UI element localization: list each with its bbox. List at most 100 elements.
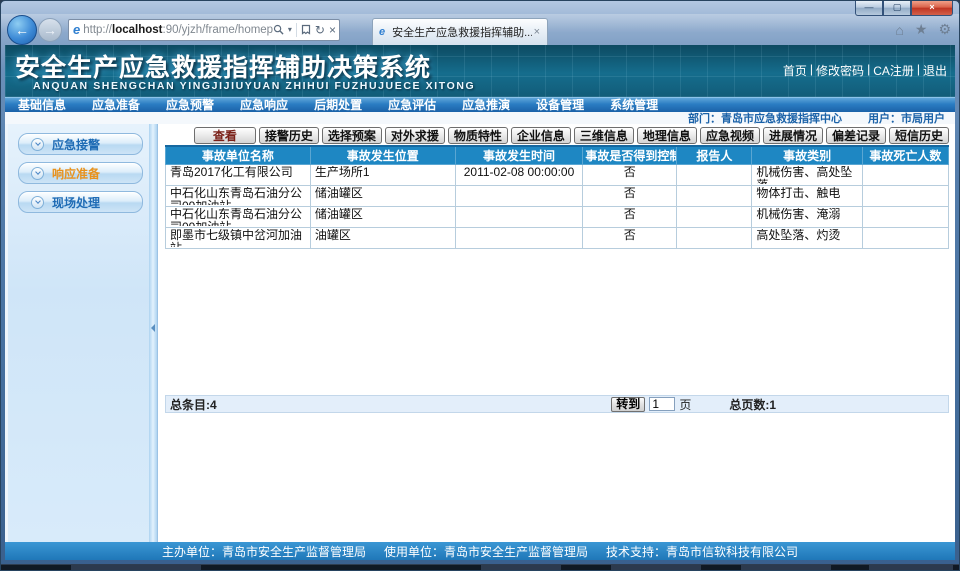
link-logout[interactable]: 退出 <box>923 62 947 79</box>
nav-item-emergency-evaluation[interactable]: 应急评估 <box>375 98 449 113</box>
app-header: 安全生产应急救援指挥辅助决策系统 ANQUAN SHENGCHAN YINGJI… <box>5 45 955 97</box>
compatibility-view-icon[interactable] <box>301 24 311 35</box>
external-help-button[interactable]: 对外求援 <box>385 127 445 144</box>
goto-page-button[interactable]: 转到 <box>611 397 645 412</box>
table-cell[interactable]: 青岛2017化工有限公司 <box>166 165 311 186</box>
footer-host-unit: 主办单位：青岛市安全生产监督管理局 <box>162 543 366 560</box>
table-cell[interactable]: 即墨市七级镇中岔河加油站 <box>166 228 311 249</box>
alarm-history-button[interactable]: 接警历史 <box>259 127 319 144</box>
table-cell[interactable]: 2011-02-08 00:00:00 <box>455 165 583 186</box>
material-properties-button[interactable]: 物质特性 <box>448 127 508 144</box>
sidebar-item-site-handling[interactable]: 现场处理 <box>18 191 143 213</box>
emergency-video-button[interactable]: 应急视频 <box>700 127 760 144</box>
nav-item-equipment-management[interactable]: 设备管理 <box>523 98 597 113</box>
chevron-down-icon <box>31 167 44 180</box>
table-row[interactable]: 中石化山东青岛石油分公司09加油站 储油罐区 否 物体打击、触电 <box>166 186 949 207</box>
table-cell[interactable]: 否 <box>583 186 677 207</box>
url-text[interactable]: http://localhost:90/yjzh/frame/homepage.… <box>83 24 273 36</box>
table-cell[interactable] <box>677 186 752 207</box>
link-home[interactable]: 首页 <box>783 62 807 79</box>
enterprise-info-button[interactable]: 企业信息 <box>511 127 571 144</box>
cell-text: 物体打击、触电 <box>756 187 857 202</box>
table-cell[interactable] <box>862 165 948 186</box>
maximize-button[interactable]: ▢ <box>883 1 911 16</box>
3d-info-button[interactable]: 三维信息 <box>574 127 634 144</box>
table-cell[interactable] <box>862 186 948 207</box>
table-cell[interactable] <box>455 207 583 228</box>
table-cell[interactable]: 油罐区 <box>310 228 455 249</box>
cell-text: 机械伤害、高处坠落 <box>756 166 857 184</box>
select-plan-button[interactable]: 选择预案 <box>322 127 382 144</box>
progress-button[interactable]: 进展情况 <box>763 127 823 144</box>
table-cell[interactable]: 储油罐区 <box>310 207 455 228</box>
nav-item-post-disposal[interactable]: 后期处置 <box>301 98 375 113</box>
nav-item-emergency-response[interactable]: 应急响应 <box>227 98 301 113</box>
table-cell[interactable]: 机械伤害、高处坠落 <box>752 165 862 186</box>
search-dropdown-icon[interactable]: ▾ <box>288 26 292 34</box>
url-host: localhost <box>112 24 162 36</box>
cell-text: 中石化山东青岛石油分公司09加油站 <box>170 187 306 205</box>
table-cell[interactable]: 物体打击、触电 <box>752 186 862 207</box>
table-row[interactable]: 青岛2017化工有限公司 生产场所1 2011-02-08 00:00:00 否… <box>166 165 949 186</box>
back-button[interactable]: ← <box>7 15 37 45</box>
cell-text: 青岛2017化工有限公司 <box>170 166 306 181</box>
table-cell[interactable] <box>677 228 752 249</box>
nav-item-system-management[interactable]: 系统管理 <box>597 98 671 113</box>
nav-item-emergency-drill[interactable]: 应急推演 <box>449 98 523 113</box>
table-cell[interactable]: 否 <box>583 207 677 228</box>
nav-item-emergency-warning[interactable]: 应急预警 <box>153 98 227 113</box>
minimize-button[interactable]: — <box>855 1 883 16</box>
table-cell[interactable]: 机械伤害、淹溺 <box>752 207 862 228</box>
cell-text: 储油罐区 <box>315 208 451 223</box>
sidebar-item-response-preparation[interactable]: 响应准备 <box>18 162 143 184</box>
page-number-input[interactable] <box>649 397 675 411</box>
table-cell[interactable]: 储油罐区 <box>310 186 455 207</box>
table-row[interactable]: 即墨市七级镇中岔河加油站 油罐区 否 高处坠落、灼烫 <box>166 228 949 249</box>
nav-item-basic-info[interactable]: 基础信息 <box>5 98 79 113</box>
link-change-password[interactable]: 修改密码 <box>816 62 864 79</box>
sidebar-item-label: 应急接警 <box>52 136 100 153</box>
nav-item-emergency-preparation[interactable]: 应急准备 <box>79 98 153 113</box>
forward-button[interactable]: → <box>38 18 62 42</box>
refresh-icon[interactable]: ↻ <box>315 24 325 36</box>
link-ca-register[interactable]: CA注册 <box>873 62 914 79</box>
table-cell[interactable]: 中石化山东青岛石油分公司09加油站 <box>166 186 311 207</box>
table-row[interactable]: 中石化山东青岛石油分公司09加油站 储油罐区 否 机械伤害、淹溺 <box>166 207 949 228</box>
search-icon[interactable] <box>273 24 284 35</box>
favorites-star-icon[interactable]: ★ <box>915 21 928 38</box>
cell-text <box>867 166 944 181</box>
tab-close-icon[interactable]: × <box>532 26 542 38</box>
table-cell[interactable]: 否 <box>583 228 677 249</box>
sidebar-splitter[interactable] <box>149 124 158 542</box>
table-cell[interactable]: 高处坠落、灼烫 <box>752 228 862 249</box>
cell-text <box>460 229 579 244</box>
table-cell[interactable]: 否 <box>583 165 677 186</box>
browser-chrome: ← → e http://localhost:90/yjzh/frame/hom… <box>1 14 959 45</box>
cell-text: 2011-02-08 00:00:00 <box>460 166 579 181</box>
cell-text <box>867 187 944 202</box>
table-cell[interactable] <box>677 207 752 228</box>
table-cell[interactable] <box>455 228 583 249</box>
geo-info-button[interactable]: 地理信息 <box>637 127 697 144</box>
settings-gear-icon[interactable]: ⚙ <box>938 21 951 38</box>
sms-history-button[interactable]: 短信历史 <box>889 127 949 144</box>
pagination-bar: 总条目:4 转到 页 总页数:1 <box>165 395 949 413</box>
table-cell[interactable] <box>677 165 752 186</box>
header-links: 首页 | 修改密码 | CA注册 | 退出 <box>783 62 947 79</box>
address-bar[interactable]: e http://localhost:90/yjzh/frame/homepag… <box>68 19 340 41</box>
view-button[interactable]: 查看 <box>194 127 256 144</box>
browser-tab[interactable]: e 安全生产应急救援指挥辅助... × <box>372 18 548 45</box>
table-cell[interactable] <box>862 228 948 249</box>
table-cell[interactable]: 中石化山东青岛石油分公司09加油站 <box>166 207 311 228</box>
deviation-record-button[interactable]: 偏差记录 <box>826 127 886 144</box>
cell-text: 否 <box>587 208 672 223</box>
close-button[interactable]: × <box>911 1 953 16</box>
collapse-arrow-icon[interactable] <box>151 324 155 332</box>
table-cell[interactable]: 生产场所1 <box>310 165 455 186</box>
table-cell[interactable] <box>862 207 948 228</box>
address-bar-icons: ▾ ↻ × <box>273 23 336 37</box>
table-cell[interactable] <box>455 186 583 207</box>
sidebar-item-emergency-alarm[interactable]: 应急接警 <box>18 133 143 155</box>
stop-icon[interactable]: × <box>329 24 336 36</box>
home-icon[interactable]: ⌂ <box>895 22 903 38</box>
